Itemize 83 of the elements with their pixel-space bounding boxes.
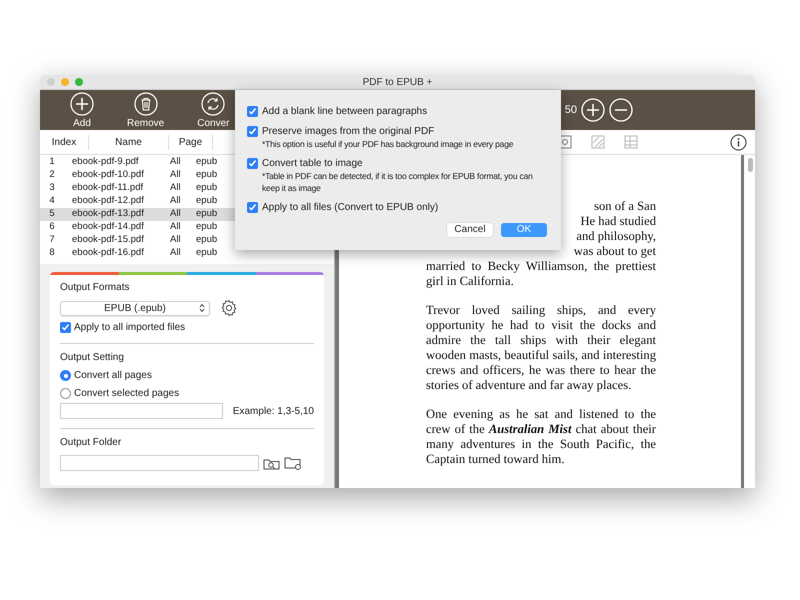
column-header[interactable]: Page (168, 134, 213, 150)
table-cell-text: ebook-pdf-10.pdf (71, 168, 145, 182)
table-cell-text: epub (196, 181, 218, 196)
table-cell-text: ebook-pdf-15.pdf (71, 233, 145, 248)
table-cell-text: All (169, 181, 182, 196)
folder-icon[interactable] (284, 456, 302, 470)
checkbox-label: Apply to all imported files (74, 321, 186, 334)
option-note: *This option is useful if your PDF has background image in every page (262, 138, 514, 150)
text-line: He had studied (580, 214, 656, 229)
table-cell-text: epub (196, 207, 218, 222)
option-label: Preserve images from the original PDF (262, 126, 436, 138)
circular-arrows-icon (201, 92, 226, 116)
checkbox[interactable] (247, 202, 258, 213)
trash-icon (134, 92, 158, 116)
file-row[interactable]: 8 ebook-pdf-16.pdf All epub (40, 247, 334, 260)
range-hint: Example: 1,3-5,10 (232, 404, 314, 418)
table-cell-text: 2 (48, 168, 56, 182)
section-title: Output Folder (60, 436, 122, 449)
info-icon[interactable] (730, 134, 747, 150)
table-cell-text: 6 (48, 220, 56, 234)
table-cell-text: ebook-pdf-13.pdf (71, 207, 145, 222)
settings-icon[interactable] (220, 299, 238, 317)
paragraph: One evening as he sat and listened to the crew of the Australian Mist chat about their many adventures in the South Pacific, the Captain turned toward him. (426, 407, 656, 467)
table-cell-text: epub (196, 194, 218, 208)
option-label: Convert table to image (262, 158, 364, 170)
text-line: son of a San (594, 199, 656, 214)
table-cell-text: epub (196, 220, 218, 234)
table-cell-text: epub (196, 168, 218, 182)
zoom-out-icon[interactable] (609, 98, 633, 122)
table-cell-text: 4 (48, 194, 56, 208)
paragraph: married to Becky Williamson, the prettiest girl in California. (426, 259, 656, 289)
table-cell-text: 1 (48, 155, 56, 170)
checkbox[interactable] (247, 126, 258, 137)
table-cell-text: All (169, 246, 182, 260)
table-cell-text: 7 (48, 233, 56, 248)
table-cell-text: epub (196, 233, 218, 248)
toolbar-button[interactable]: Add (70, 92, 94, 128)
plus-icon (70, 92, 94, 116)
table-cell-text: epub (196, 155, 218, 170)
option-label: Add a blank line between paragraphs (262, 106, 428, 118)
table-cell-text: ebook-pdf-12.pdf (71, 194, 145, 208)
table-cell-text: All (169, 220, 182, 234)
radio-label: Convert all pages (74, 369, 152, 382)
paragraph: Trevor loved sailing ships, and every opportunity he had to visit the docks and admire the tall ships with their elegant wooden masts, beautiful sails, and interesting crews and officers, he was there to hear the stories of adventure and far away places. (426, 303, 656, 393)
table-cell-text: ebook-pdf-14.pdf (71, 220, 145, 234)
window-title: PDF to EPUB + (362, 76, 432, 90)
table-cell-text: All (169, 155, 182, 170)
format-select[interactable]: EPUB (.epub) (60, 300, 210, 316)
table-cell-text: ebook-pdf-11.pdf (71, 181, 144, 196)
text-line: and philosophy, (576, 229, 656, 244)
table-cell-text: 8 (48, 246, 56, 260)
table-cell-text: 5 (48, 207, 56, 222)
radio-button[interactable] (60, 388, 71, 399)
stepper-icon (199, 303, 205, 313)
table-cell-text: ebook-pdf-16.pdf (71, 246, 145, 260)
column-header[interactable]: Index (40, 134, 88, 150)
section-title: Output Setting (60, 351, 125, 364)
table-cell-text: ebook-pdf-9.pdf (71, 155, 140, 170)
page-range-field[interactable] (60, 403, 223, 419)
toolbar-button[interactable]: Conver (197, 92, 230, 128)
section-title: Output Formats (60, 281, 130, 294)
checkbox[interactable] (247, 106, 258, 117)
text-line: was about to get (574, 244, 656, 259)
zoom-in-icon[interactable] (581, 98, 605, 122)
checkbox[interactable] (60, 322, 71, 333)
zoom-button[interactable] (75, 78, 83, 86)
checkbox[interactable] (247, 158, 258, 169)
column-header[interactable]: Name (88, 134, 168, 150)
table-cell-text: All (169, 194, 182, 208)
table-cell-text: All (169, 168, 182, 182)
table-cell-text: All (169, 233, 182, 248)
cancel-button[interactable]: Cancel (447, 223, 493, 237)
output-folder-field[interactable] (60, 455, 259, 471)
zoom-value: 50 (564, 102, 577, 118)
toolbar-button[interactable]: Remove (127, 92, 164, 128)
table-cell-text: epub (196, 246, 218, 260)
search-folder-icon[interactable] (263, 456, 280, 470)
radio-label: Convert selected pages (74, 387, 180, 400)
scrollbar-thumb[interactable] (748, 158, 753, 172)
option-note: *Table in PDF can be detected, if it is too complex for EPUB format, you can keep it as image (262, 170, 534, 194)
radio-button[interactable] (60, 370, 71, 381)
table-cell-text: 3 (48, 181, 56, 196)
table-cell-text: All (169, 207, 182, 222)
